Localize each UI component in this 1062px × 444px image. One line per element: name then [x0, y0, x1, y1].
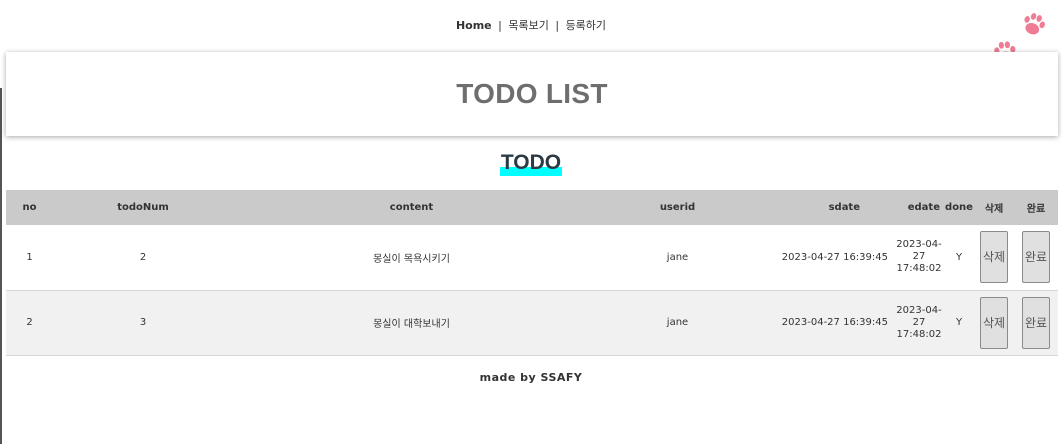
complete-button[interactable]: 완료	[1022, 231, 1050, 284]
cell-no: 2	[26, 317, 33, 328]
nav-register-link[interactable]: 등록하기	[566, 19, 606, 32]
cell-no: 1	[26, 251, 33, 263]
delete-button[interactable]: 삭제	[980, 296, 1008, 349]
cell-done: Y	[955, 251, 963, 263]
cell-todonum: 2	[139, 251, 147, 263]
cell-delete: 삭제	[974, 225, 1014, 290]
nav-separator: |	[555, 19, 560, 32]
cell-complete: 완료	[1014, 225, 1058, 290]
cell-complete: 완료	[1014, 290, 1058, 355]
column-header-todonum: todoNum	[117, 202, 169, 213]
column-header-userid: userid	[659, 202, 696, 213]
cell-sdate: 2023-04-27 16:39:45	[781, 317, 888, 328]
cell-done: Y	[955, 317, 963, 328]
nav-home-link[interactable]: Home	[456, 19, 492, 32]
paw-print-icon	[1024, 13, 1045, 35]
cell-edate: 2023-04-27 17:48:02	[896, 304, 942, 340]
section-heading: TODO	[0, 150, 1062, 176]
window-left-edge	[0, 88, 2, 444]
page-title: TODO LIST	[456, 78, 608, 109]
column-header-complete: 완료	[1026, 204, 1046, 215]
cell-content: 몽실이 대학보내기	[373, 319, 450, 330]
cell-edate: 2023-04-27 17:48:02	[896, 239, 942, 275]
cell-userid: jane	[666, 317, 689, 328]
section-title: TODO	[499, 150, 563, 176]
complete-button[interactable]: 완료	[1022, 296, 1050, 349]
footer-credit: made by SSAFY	[479, 371, 583, 384]
cell-content: 몽실이 목욕시키기	[373, 253, 450, 265]
nav-list-link[interactable]: 목록보기	[508, 19, 548, 32]
column-header-delete: 삭제	[984, 204, 1004, 215]
column-header-no: no	[22, 202, 37, 213]
top-navigation: Home | 목록보기 | 등록하기	[0, 17, 1062, 33]
cell-userid: jane	[666, 251, 689, 263]
column-header-content: content	[389, 202, 434, 213]
table-row: 1 2 몽실이 목욕시키기 jane 2023-04-27 16:39:45 2…	[6, 225, 1058, 290]
column-header-sdate: sdate	[828, 202, 860, 213]
column-header-done: done	[945, 202, 973, 213]
column-header-edate: edate	[907, 202, 940, 213]
todo-table: no todoNum content userid sdate edate do…	[6, 190, 1058, 356]
cell-sdate: 2023-04-27 16:39:45	[781, 251, 888, 263]
table-row: 2 3 몽실이 대학보내기 jane 2023-04-27 16:39:45 2…	[6, 290, 1058, 355]
nav-separator: |	[498, 19, 502, 32]
cell-delete: 삭제	[974, 290, 1014, 355]
cell-todonum: 3	[139, 317, 147, 328]
header-banner: TODO LIST	[6, 52, 1058, 136]
table-header-row: no todoNum content userid sdate edate do…	[6, 190, 1058, 225]
delete-button[interactable]: 삭제	[980, 231, 1008, 284]
